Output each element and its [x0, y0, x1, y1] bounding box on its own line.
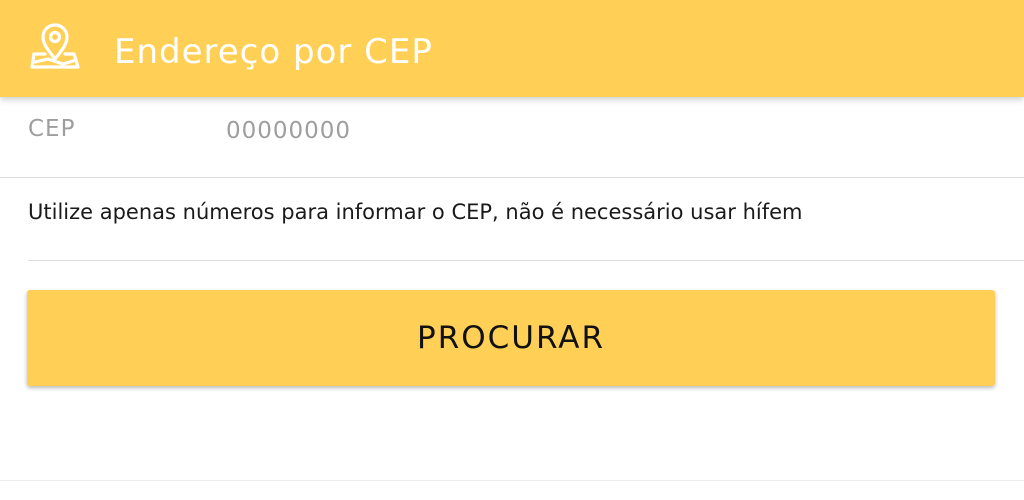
cep-input[interactable]	[226, 111, 1006, 151]
content: CEP Utilize apenas números para informar…	[0, 97, 1024, 500]
divider	[0, 480, 1024, 481]
app-bar: Endereço por CEP	[0, 0, 1024, 97]
map-pin-icon	[28, 22, 82, 72]
page-title: Endereço por CEP	[114, 32, 433, 72]
search-button[interactable]: PROCURAR	[27, 290, 995, 386]
hint-row: Utilize apenas números para informar o C…	[28, 178, 1024, 261]
cep-label: CEP	[28, 116, 76, 142]
cep-field-row: CEP	[0, 97, 1024, 178]
cep-hint-text: Utilize apenas números para informar o C…	[28, 200, 803, 224]
